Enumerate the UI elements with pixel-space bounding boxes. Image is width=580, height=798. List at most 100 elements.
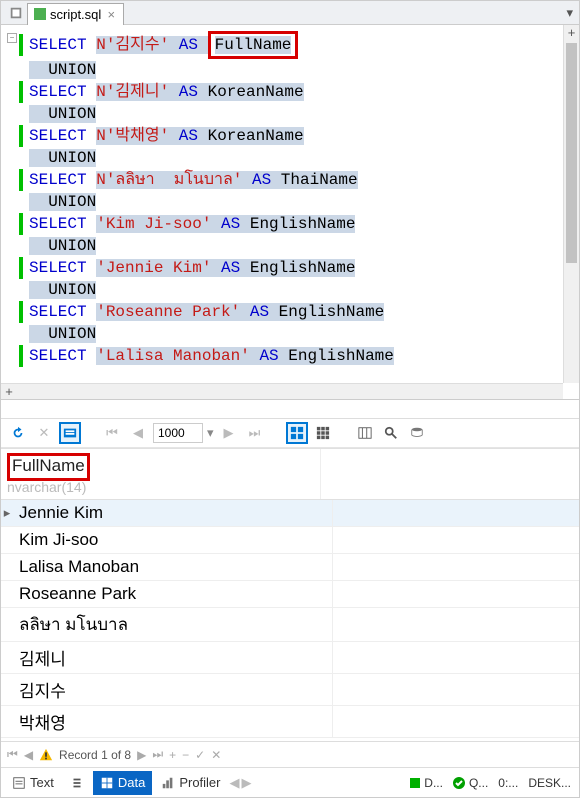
change-bar (19, 213, 23, 235)
nav-add-icon[interactable]: + (169, 748, 176, 762)
code-line[interactable]: UNION (19, 191, 563, 213)
row-indicator-icon: ▸ (1, 500, 13, 526)
window-dropdown-icon[interactable]: ▾ (566, 5, 573, 21)
table-row[interactable]: Lalisa Manoban (1, 554, 579, 581)
grid-cell[interactable]: Kim Ji-soo (13, 527, 333, 553)
cancel-icon[interactable]: ✕ (33, 422, 55, 444)
scrollbar-thumb[interactable] (566, 43, 577, 263)
grid-header[interactable]: FullName nvarchar(14) (1, 448, 579, 500)
nav-commit-icon[interactable]: ✓ (195, 748, 205, 762)
add-panel-icon[interactable]: + (1, 384, 17, 399)
tab-transpose[interactable] (63, 771, 91, 795)
results-toolbar: ✕ ⏮ ◀ ▾ ▶ ⏭ (1, 418, 579, 448)
column-type: nvarchar(14) (7, 479, 314, 495)
grid-cell[interactable]: 박채영 (13, 706, 333, 737)
column-header[interactable]: FullName nvarchar(14) (1, 449, 321, 499)
sql-editor[interactable]: − SELECT N'김지수' AS FullName UNIONSELECT … (1, 25, 579, 400)
horizontal-scrollbar[interactable]: + (1, 383, 563, 399)
change-bar (19, 345, 23, 367)
change-bar (19, 235, 23, 257)
code-line[interactable]: UNION (19, 279, 563, 301)
profiler-icon (161, 776, 175, 790)
tab-text[interactable]: Text (5, 771, 61, 795)
tab-data[interactable]: Data (93, 771, 152, 795)
grid-cell[interactable]: Roseanne Park (13, 581, 333, 607)
tabs-prev-icon[interactable]: ◀ (230, 775, 240, 791)
grid-cell[interactable]: 김제니 (13, 642, 333, 673)
code-line[interactable]: SELECT 'Roseanne Park' AS EnglishName (19, 301, 563, 323)
tab-bar: script.sql × ▾ (1, 1, 579, 25)
code-line[interactable]: UNION (19, 323, 563, 345)
row-indicator-icon (1, 608, 13, 641)
change-bar (19, 147, 23, 169)
row-indicator-icon (1, 527, 13, 553)
last-page-icon[interactable]: ⏭ (244, 422, 266, 444)
change-bar (19, 191, 23, 213)
status-query[interactable]: Q... (449, 776, 492, 790)
first-page-icon[interactable]: ⏮ (101, 422, 123, 444)
change-bar (19, 257, 23, 279)
code-line[interactable]: SELECT N'ลลิษา มโนบาล' AS ThaiName (19, 169, 563, 191)
code-line[interactable]: SELECT N'박채영' AS KoreanName (19, 125, 563, 147)
table-row[interactable]: 김제니 (1, 642, 579, 674)
refresh-icon[interactable] (7, 422, 29, 444)
warning-icon[interactable] (39, 748, 53, 762)
grid-cell[interactable]: ลลิษา มโนบาล (13, 608, 333, 641)
change-bar (19, 103, 23, 125)
row-indicator-icon (1, 581, 13, 607)
table-row[interactable]: 박채영 (1, 706, 579, 738)
file-tab[interactable]: script.sql × (27, 3, 124, 25)
columns-icon[interactable] (354, 422, 376, 444)
page-size-dropdown-icon[interactable]: ▾ (207, 425, 214, 441)
data-icon (100, 776, 114, 790)
export-icon[interactable] (406, 422, 428, 444)
grid-cell[interactable]: 김지수 (13, 674, 333, 705)
auto-refresh-icon[interactable] (59, 422, 81, 444)
table-row[interactable]: Kim Ji-soo (1, 527, 579, 554)
code-line[interactable]: SELECT N'김제니' AS KoreanName (19, 81, 563, 103)
tab-profiler[interactable]: Profiler (154, 771, 227, 795)
vertical-scrollbar[interactable]: + (563, 25, 579, 383)
next-page-icon[interactable]: ▶ (218, 422, 240, 444)
change-bar (19, 323, 23, 345)
change-bar (19, 301, 23, 323)
tab-close-icon[interactable]: × (105, 8, 117, 20)
status-db[interactable]: D... (406, 776, 447, 790)
add-editor-icon[interactable]: + (564, 25, 579, 41)
small-grid-icon[interactable] (312, 422, 334, 444)
prev-page-icon[interactable]: ◀ (127, 422, 149, 444)
code-line[interactable]: SELECT 'Lalisa Manoban' AS EnglishName (19, 345, 563, 367)
row-indicator-icon (1, 554, 13, 580)
tab-profiler-label: Profiler (179, 775, 220, 790)
code-line[interactable]: UNION (19, 59, 563, 81)
nav-remove-icon[interactable]: − (182, 748, 189, 762)
results-grid[interactable]: FullName nvarchar(14) ▸Jennie KimKim Ji-… (1, 448, 579, 741)
nav-next-icon[interactable]: ▶ (137, 748, 146, 762)
change-bar (19, 169, 23, 191)
nav-revert-icon[interactable]: ✕ (211, 748, 221, 762)
code-line[interactable]: SELECT 'Kim Ji-soo' AS EnglishName (19, 213, 563, 235)
nav-last-icon[interactable]: ⏭ (152, 747, 163, 762)
table-row[interactable]: Roseanne Park (1, 581, 579, 608)
grid-cell[interactable]: Jennie Kim (13, 500, 333, 526)
table-row[interactable]: ลลิษา มโนบาล (1, 608, 579, 642)
change-bar (19, 34, 23, 56)
page-size-input[interactable] (153, 423, 203, 443)
column-name: FullName (7, 453, 90, 481)
code-line[interactable]: UNION (19, 235, 563, 257)
code-line[interactable]: SELECT N'김지수' AS FullName (19, 31, 563, 59)
record-label: Record 1 of 8 (59, 748, 131, 762)
sql-console-icon[interactable] (5, 2, 27, 24)
code-line[interactable]: UNION (19, 147, 563, 169)
find-icon[interactable] (380, 422, 402, 444)
nav-prev-icon[interactable]: ◀ (24, 748, 33, 762)
table-row[interactable]: 김지수 (1, 674, 579, 706)
code-line[interactable]: UNION (19, 103, 563, 125)
nav-first-icon[interactable]: ⏮ (7, 747, 18, 762)
grid-cell[interactable]: Lalisa Manoban (13, 554, 333, 580)
grid-view-icon[interactable] (286, 422, 308, 444)
row-indicator-icon (1, 642, 13, 673)
code-line[interactable]: SELECT 'Jennie Kim' AS EnglishName (19, 257, 563, 279)
tabs-next-icon[interactable]: ▶ (242, 775, 252, 791)
table-row[interactable]: ▸Jennie Kim (1, 500, 579, 527)
